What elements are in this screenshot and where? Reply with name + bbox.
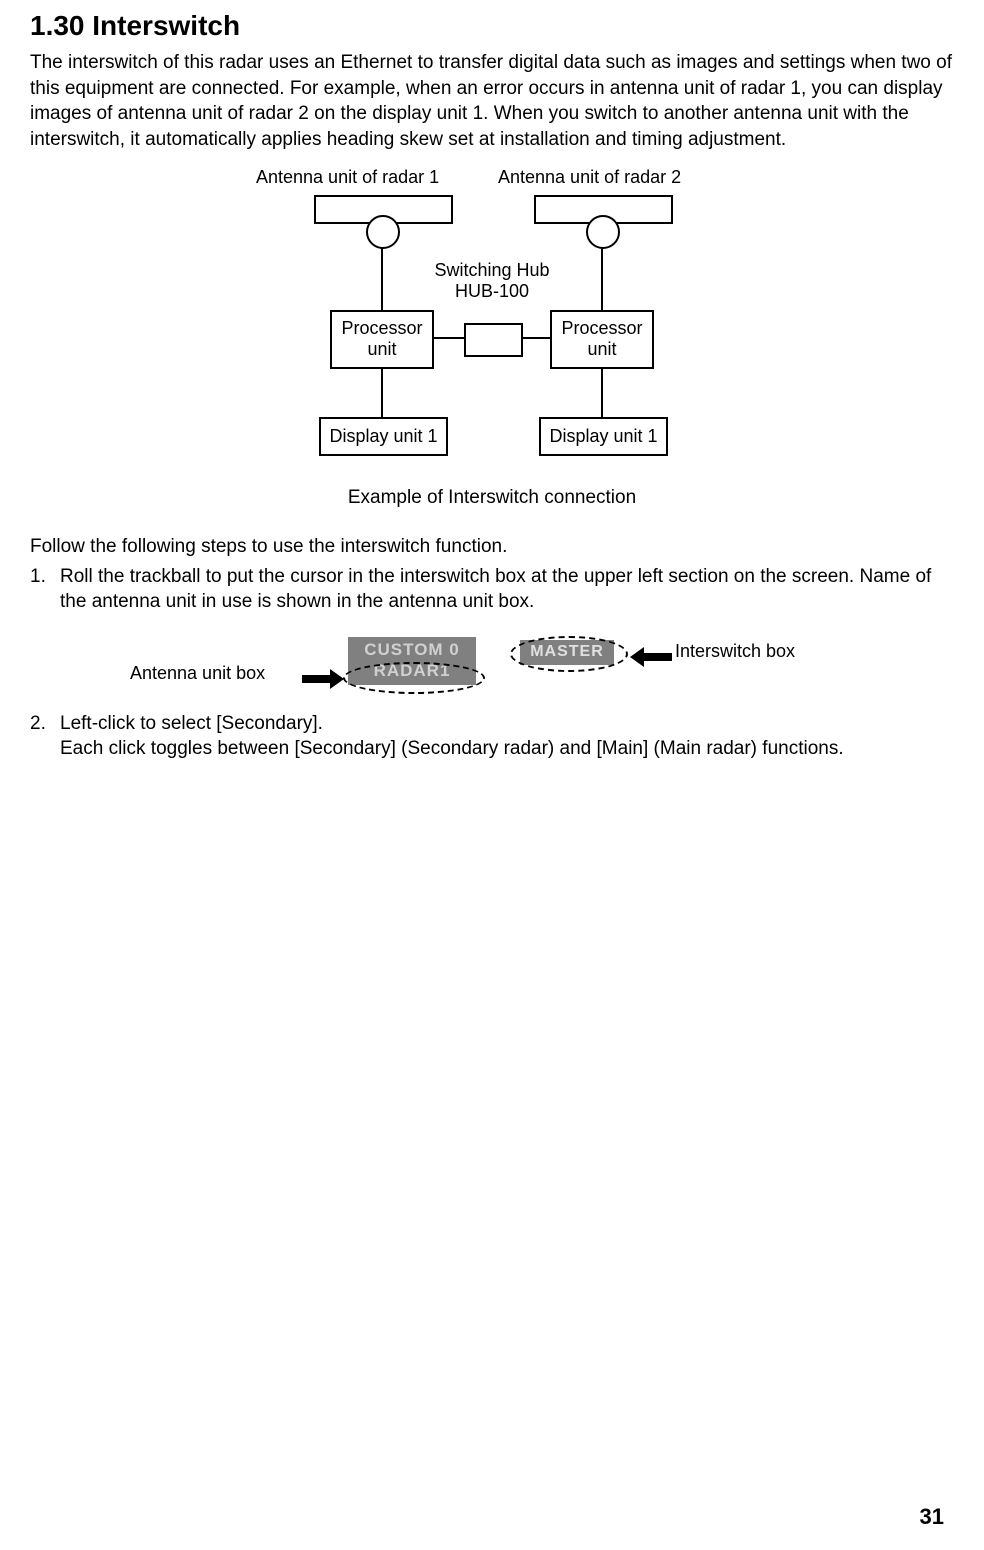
display-unit-1: Display unit 1 [319, 417, 448, 456]
connector-line [381, 248, 383, 310]
connector-line [601, 248, 603, 310]
connector-line [601, 367, 603, 417]
arrow-left-icon [630, 647, 672, 667]
step-2: 2. Left-click to select [Secondary]. Eac… [30, 711, 954, 762]
step-1: 1. Roll the trackball to put the cursor … [30, 564, 954, 615]
custom-line1: CUSTOM 0 [364, 640, 460, 660]
display-unit-2: Display unit 1 [539, 417, 668, 456]
antenna-1-mount [366, 215, 400, 249]
connector-line [521, 337, 550, 339]
interswitch-box-label: Interswitch box [675, 641, 795, 662]
hub-label-line2: HUB-100 [455, 281, 529, 301]
antenna-2-mount [586, 215, 620, 249]
step-text: Left-click to select [Secondary]. Each c… [60, 711, 954, 762]
ui-illustration: Antenna unit box CUSTOM 0 RADAR1 MASTER … [30, 623, 954, 703]
hub-label: Switching Hub HUB-100 [417, 260, 567, 303]
connector-line [381, 367, 383, 417]
antenna-2-label: Antenna unit of radar 2 [498, 167, 681, 188]
instructions-lead: Follow the following steps to use the in… [30, 536, 954, 558]
antenna-unit-box-label: Antenna unit box [130, 663, 265, 684]
highlight-ellipse [510, 636, 628, 672]
display-label: Display unit 1 [329, 426, 437, 447]
highlight-ellipse [343, 662, 485, 694]
arrow-right-icon [302, 669, 344, 689]
interswitch-diagram: Antenna unit of radar 1 Antenna unit of … [30, 165, 954, 530]
hub-label-line1: Switching Hub [434, 260, 549, 280]
step-number: 1. [30, 564, 60, 615]
processor-label: Processor unit [552, 318, 652, 359]
display-label: Display unit 1 [549, 426, 657, 447]
page-number: 31 [920, 1504, 944, 1530]
antenna-1-label: Antenna unit of radar 1 [256, 167, 439, 188]
step-text: Roll the trackball to put the cursor in … [60, 564, 954, 615]
section-heading: 1.30 Interswitch [30, 10, 954, 42]
processor-unit-1: Processor unit [330, 310, 434, 369]
intro-paragraph: The interswitch of this radar uses an Et… [30, 50, 954, 153]
diagram-caption: Example of Interswitch connection [242, 487, 742, 509]
processor-unit-2: Processor unit [550, 310, 654, 369]
hub-box [464, 323, 523, 357]
step-number: 2. [30, 711, 60, 762]
connector-line [432, 337, 464, 339]
processor-label: Processor unit [332, 318, 432, 359]
